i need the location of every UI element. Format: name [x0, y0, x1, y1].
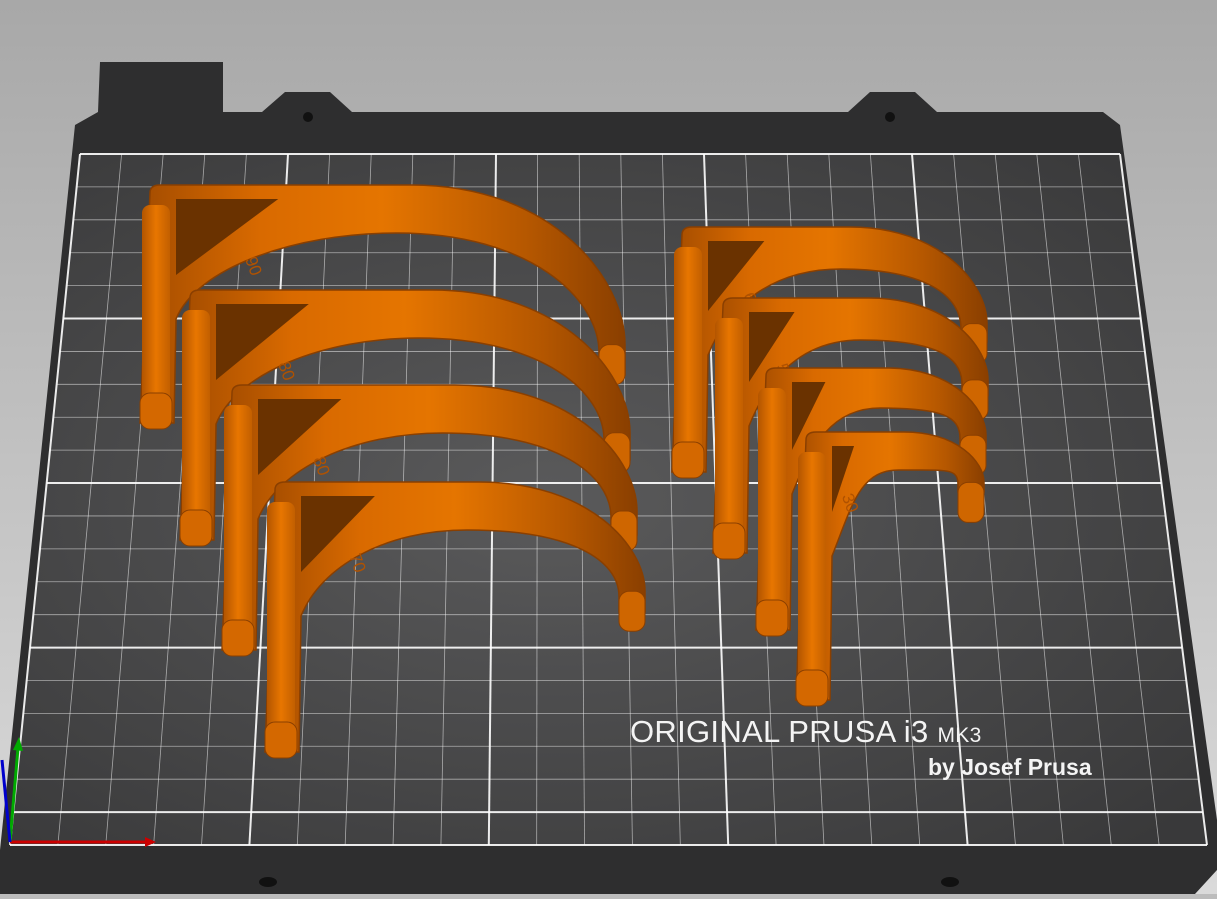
part-foot [179, 509, 213, 547]
part-foot [221, 619, 255, 657]
part-foot [139, 392, 173, 430]
bed-logo-author: by Josef Prusa [928, 754, 1092, 780]
scene-canvas[interactable]: ORIGINAL PRUSA i3 MK3 by Josef Prusa 908… [0, 0, 1217, 894]
part-tip [618, 590, 646, 632]
mount-hole [885, 112, 895, 122]
part-stem [142, 205, 170, 417]
part-foot [671, 441, 705, 479]
part-foot [264, 721, 298, 759]
part-foot [755, 599, 789, 637]
part-stem [758, 388, 786, 624]
viewport-3d[interactable]: ORIGINAL PRUSA i3 MK3 by Josef Prusa 90 8… [0, 0, 1217, 894]
part-stem [267, 502, 295, 746]
mount-hole [303, 112, 313, 122]
part-foot [712, 522, 746, 560]
part-stem [715, 318, 743, 547]
part-foot [795, 669, 829, 707]
mount-hole [941, 877, 959, 887]
part-stem [674, 247, 702, 466]
part-stem [224, 405, 252, 644]
part-stem [182, 310, 210, 534]
bed-logo-title: ORIGINAL PRUSA i3 MK3 [630, 714, 982, 749]
part-stem [798, 452, 826, 694]
mount-hole [259, 877, 277, 887]
part-tip [957, 481, 985, 523]
